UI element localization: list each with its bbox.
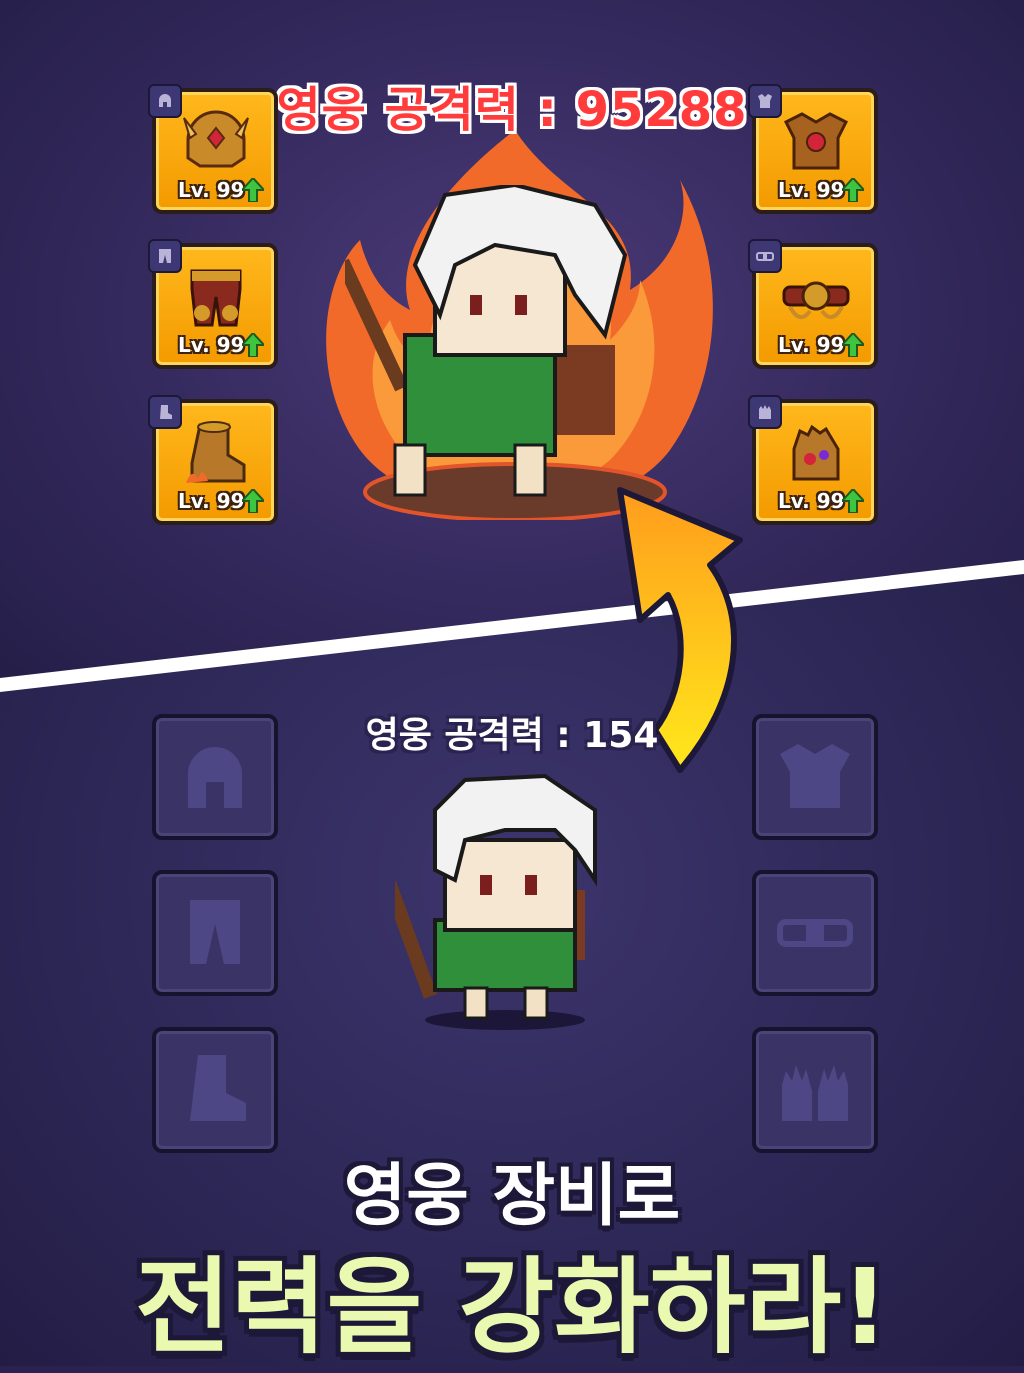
empty-belt-slot[interactable] bbox=[752, 870, 878, 996]
belt-level: Lv. 99 bbox=[778, 333, 845, 357]
gloves-level: Lv. 99 bbox=[778, 489, 845, 513]
empty-pants-slot[interactable] bbox=[152, 870, 278, 996]
empty-helmet-slot[interactable] bbox=[152, 714, 278, 840]
helmet-silhouette-icon bbox=[188, 747, 242, 808]
empty-armor-slot[interactable] bbox=[752, 714, 878, 840]
helmet-slot[interactable]: Lv. 99 bbox=[148, 84, 278, 214]
boots-level: Lv. 99 bbox=[178, 489, 245, 513]
empty-gloves-slot[interactable] bbox=[752, 1027, 878, 1153]
pants-level: Lv. 99 bbox=[178, 333, 245, 357]
headline-line2: 전력을 강화하라! bbox=[135, 1246, 889, 1368]
pants-slot[interactable]: Lv. 99 bbox=[148, 239, 278, 369]
empty-boots-slot[interactable] bbox=[152, 1027, 278, 1153]
golden-gauntlet-icon bbox=[792, 424, 840, 481]
upgrade-arrow-icon bbox=[842, 489, 864, 513]
golden-boots-icon bbox=[186, 421, 246, 483]
armor-silhouette-icon bbox=[780, 744, 850, 808]
golden-pants-icon bbox=[190, 269, 242, 327]
upgrade-arrow-icon bbox=[242, 489, 264, 513]
pants-silhouette-icon bbox=[190, 900, 240, 964]
belt-slot[interactable]: Lv. 99 bbox=[748, 239, 878, 369]
armor-slot[interactable]: Lv. 99 bbox=[748, 84, 878, 214]
golden-armor-icon bbox=[783, 112, 849, 170]
upgrade-arrow-icon bbox=[842, 333, 864, 357]
armor-tag-icon bbox=[748, 84, 782, 118]
upgrade-arrow-icon bbox=[242, 333, 264, 357]
belt-silhouette-icon bbox=[777, 919, 853, 947]
armor-level: Lv. 99 bbox=[778, 178, 845, 202]
pants-tag-icon bbox=[148, 239, 182, 273]
upgrade-arrow-icon bbox=[242, 178, 264, 202]
gloves-slot[interactable]: Lv. 99 bbox=[748, 395, 878, 525]
boot-tag-icon bbox=[148, 395, 182, 429]
diagonal-divider bbox=[0, 560, 1024, 692]
boot-silhouette-icon bbox=[190, 1055, 246, 1121]
helmet-level: Lv. 99 bbox=[178, 178, 245, 202]
base-hero-icon bbox=[395, 773, 597, 1030]
gloves-silhouette-icon bbox=[782, 1065, 848, 1121]
upgrade-arrow-icon bbox=[842, 178, 864, 202]
helmet-tag-icon bbox=[148, 84, 182, 118]
belt-tag-icon bbox=[748, 239, 782, 273]
golden-belt-icon bbox=[782, 281, 850, 319]
upgraded-hero-icon bbox=[345, 185, 628, 497]
gloves-tag-icon bbox=[748, 395, 782, 429]
golden-helmet-icon bbox=[183, 110, 249, 168]
boots-slot[interactable]: Lv. 99 bbox=[148, 395, 278, 525]
